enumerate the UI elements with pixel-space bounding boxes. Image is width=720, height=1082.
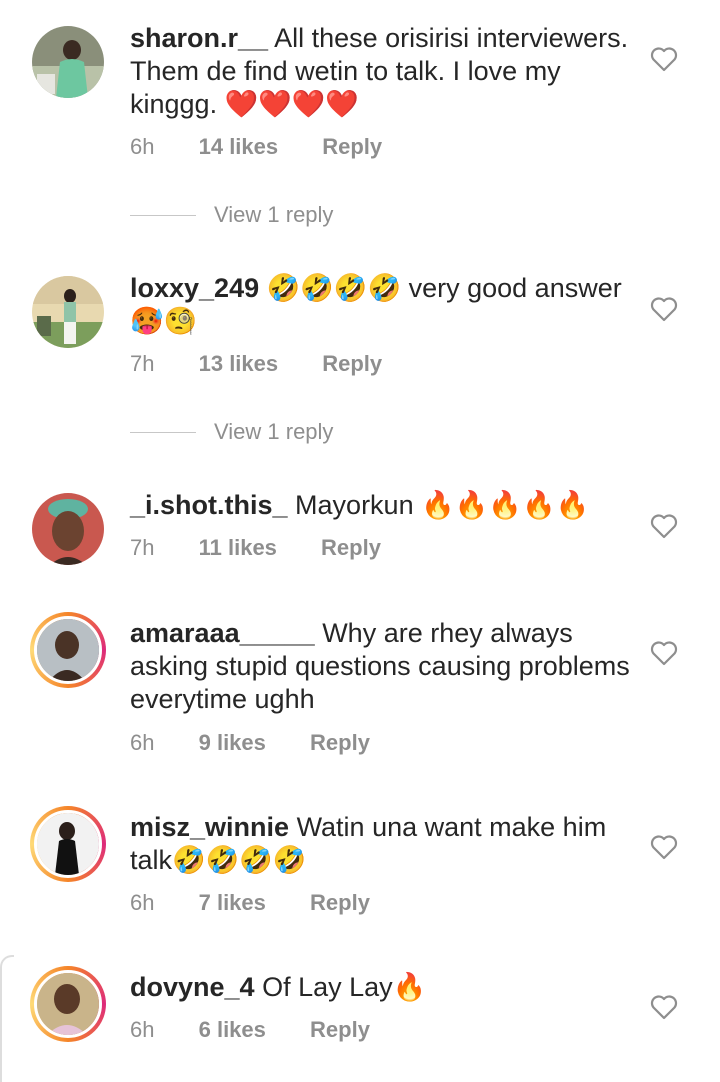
heart-outline-icon[interactable] — [650, 46, 678, 72]
comment-time: 6h — [130, 134, 155, 159]
avatar-story-ring[interactable] — [30, 612, 106, 688]
view-replies-button[interactable]: View 1 reply — [130, 202, 333, 228]
comment-text: Mayorkun 🔥🔥🔥🔥🔥 — [295, 490, 590, 520]
comment-likes[interactable]: 14 likes — [199, 134, 279, 159]
reply-button[interactable]: Reply — [322, 134, 382, 159]
reply-button[interactable]: Reply — [321, 535, 381, 560]
view-replies-label: View 1 reply — [214, 202, 334, 227]
reply-button[interactable]: Reply — [310, 890, 370, 915]
comment-meta: 6h 14 likes Reply — [130, 134, 420, 160]
comment-time: 6h — [130, 890, 155, 915]
divider — [130, 214, 196, 216]
comment-username[interactable]: misz_winnie — [130, 812, 289, 842]
comment-time: 7h — [130, 351, 155, 376]
comment-time: 7h — [130, 535, 155, 560]
comment-time: 6h — [130, 1017, 155, 1042]
comment-body: sharon.r__ All these orisirisi interview… — [130, 22, 630, 121]
avatar-image — [32, 26, 104, 98]
avatar-image — [34, 616, 102, 684]
comment-likes[interactable]: 13 likes — [199, 351, 279, 376]
comment-username[interactable]: amaraaa_____ — [130, 618, 315, 648]
comment-likes[interactable]: 7 likes — [199, 890, 266, 915]
comment-body: misz_winnie Watin una want make him talk… — [130, 811, 630, 877]
reply-button[interactable]: Reply — [310, 1017, 370, 1042]
reply-button[interactable]: Reply — [310, 730, 370, 755]
avatar[interactable] — [32, 276, 104, 348]
avatar-image — [32, 276, 104, 348]
comment-likes[interactable]: 11 likes — [199, 535, 277, 560]
view-replies-button[interactable]: View 1 reply — [130, 419, 333, 445]
comment-username[interactable]: _i.shot.this_ — [130, 490, 288, 520]
avatar-image — [32, 493, 104, 565]
comment-text: Of Lay Lay🔥 — [262, 972, 427, 1002]
comment-username[interactable]: dovyne_4 — [130, 972, 255, 1002]
comment-body: dovyne_4 Of Lay Lay🔥 — [130, 971, 630, 1004]
comment-meta: 6h 7 likes Reply — [130, 890, 408, 916]
comment-meta: 7h 13 likes Reply — [130, 351, 420, 377]
avatar[interactable] — [32, 493, 104, 565]
comment-time: 6h — [130, 730, 155, 755]
comment-meta: 7h 11 likes Reply — [130, 535, 419, 561]
comment-likes[interactable]: 6 likes — [199, 1017, 266, 1042]
view-replies-label: View 1 reply — [214, 419, 334, 444]
comment-body: amaraaa_____ Why are rhey always asking … — [130, 617, 630, 716]
avatar-image — [34, 810, 102, 878]
heart-outline-icon[interactable] — [650, 994, 678, 1020]
comment-body: _i.shot.this_ Mayorkun 🔥🔥🔥🔥🔥 — [130, 489, 630, 522]
heart-outline-icon[interactable] — [650, 640, 678, 666]
comment-body: loxxy_249 🤣🤣🤣🤣 very good answer 🥵🧐 — [130, 272, 630, 338]
comment-meta: 6h 9 likes Reply — [130, 730, 408, 756]
comment-likes[interactable]: 9 likes — [199, 730, 266, 755]
comment-username[interactable]: sharon.r__ — [130, 23, 268, 53]
sheet-edge — [0, 955, 14, 1082]
comment-username[interactable]: loxxy_249 — [130, 273, 259, 303]
reply-button[interactable]: Reply — [322, 351, 382, 376]
comment-meta: 6h 6 likes Reply — [130, 1017, 408, 1043]
avatar-image — [34, 970, 102, 1038]
heart-outline-icon[interactable] — [650, 296, 678, 322]
heart-outline-icon[interactable] — [650, 834, 678, 860]
divider — [130, 431, 196, 433]
avatar-story-ring[interactable] — [30, 966, 106, 1042]
heart-outline-icon[interactable] — [650, 513, 678, 539]
avatar[interactable] — [32, 26, 104, 98]
avatar-story-ring[interactable] — [30, 806, 106, 882]
